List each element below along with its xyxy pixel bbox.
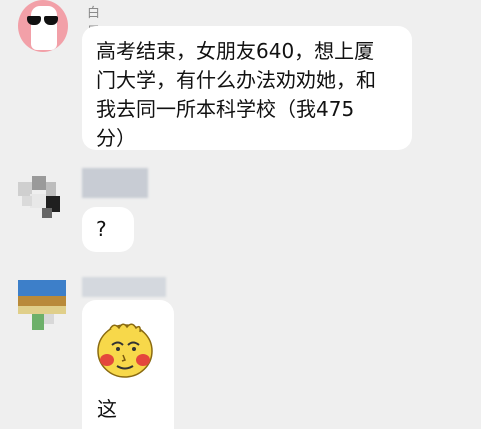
message-text: 这 (97, 397, 117, 421)
avatar[interactable] (18, 172, 66, 220)
message-line: 门大学，有什么办法劝劝她，和 (96, 68, 376, 92)
avatar[interactable] (18, 0, 68, 52)
message-line: 分） (96, 126, 136, 150)
message-line: 我去同一所本科学校（我475 (96, 97, 355, 121)
message-bubble[interactable]: 高考结束，女朋友640，想上厦 门大学，有什么办法劝劝她，和 我去同一所本科学校… (82, 26, 412, 150)
avatar-head (31, 6, 57, 50)
avatar[interactable] (18, 280, 66, 330)
message-bubble[interactable]: 这 (82, 300, 174, 429)
pixelated-avatar-image (18, 280, 66, 330)
sender-name (82, 168, 148, 198)
message-line: 高考结束，女朋友640，想上厦 (96, 39, 375, 63)
sunglasses-icon (27, 16, 60, 25)
message-bubble[interactable]: ? (82, 207, 134, 252)
pixelated-avatar-image (18, 176, 60, 218)
message-text: ? (96, 217, 107, 241)
sender-name (82, 277, 166, 297)
blushing-yellow-face-sticker (97, 323, 153, 378)
